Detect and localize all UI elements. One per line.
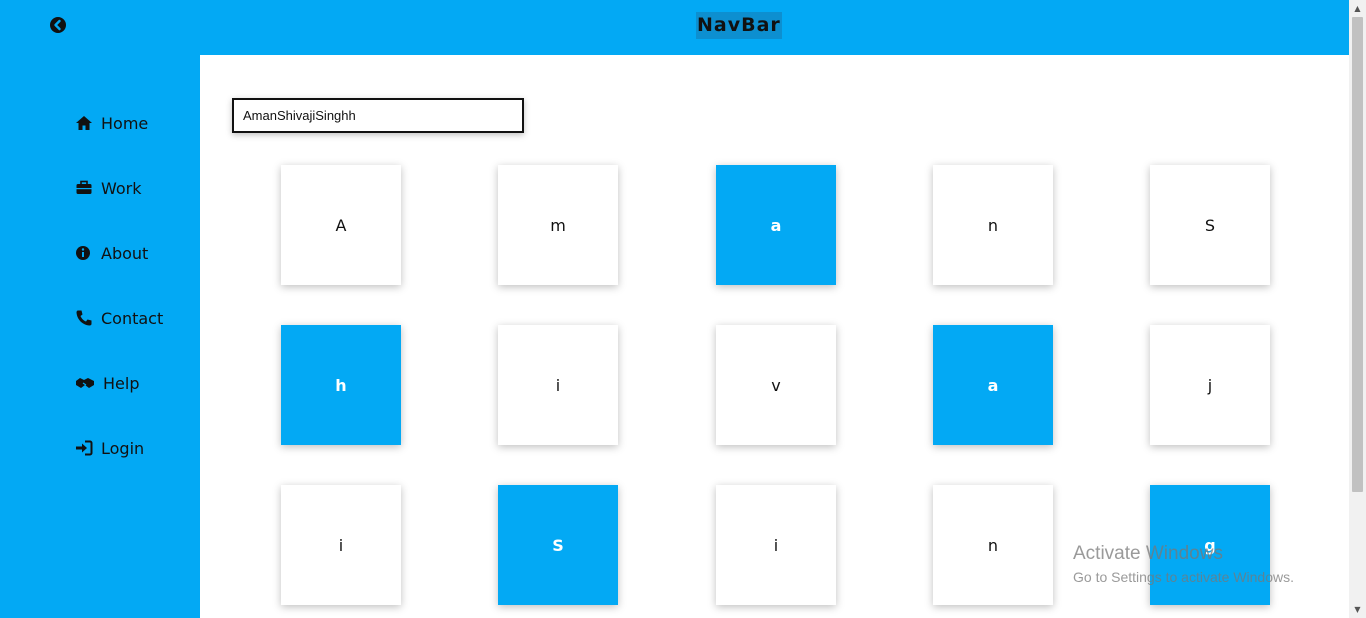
letter-tile[interactable]: a bbox=[933, 325, 1053, 445]
handshake-icon bbox=[75, 374, 95, 392]
letter-tile[interactable]: i bbox=[716, 485, 836, 605]
sidebar: Home Work About Contact Help Login bbox=[0, 55, 200, 618]
letter-tile[interactable]: S bbox=[498, 485, 618, 605]
tile-letter: a bbox=[987, 375, 999, 395]
sidebar-item-label: About bbox=[101, 243, 149, 263]
letter-tile[interactable]: i bbox=[498, 325, 618, 445]
tile-letter: v bbox=[771, 375, 781, 395]
tile-letter: n bbox=[987, 535, 999, 555]
top-navbar: NavBar bbox=[0, 0, 1349, 55]
letter-tile[interactable]: n bbox=[933, 165, 1053, 285]
letter-tile[interactable]: i bbox=[281, 485, 401, 605]
tile-letter: S bbox=[552, 535, 564, 555]
scroll-down-arrow-icon[interactable]: ▼ bbox=[1349, 601, 1366, 618]
tile-letter: h bbox=[335, 375, 347, 395]
home-icon bbox=[75, 114, 93, 132]
tile-letter: i bbox=[338, 535, 344, 555]
letter-tile[interactable]: v bbox=[716, 325, 836, 445]
main-content: A m a n S h i v a j i S i n g bbox=[200, 55, 1349, 618]
sidebar-item-label: Contact bbox=[101, 308, 164, 328]
back-arrow-icon[interactable] bbox=[50, 17, 66, 33]
sidebar-item-help[interactable]: Help bbox=[75, 371, 139, 395]
letter-tile[interactable]: n bbox=[933, 485, 1053, 605]
info-circle-icon bbox=[75, 244, 93, 262]
letter-tile[interactable]: g bbox=[1150, 485, 1270, 605]
letter-tile[interactable]: h bbox=[281, 325, 401, 445]
phone-icon bbox=[75, 309, 93, 327]
letter-tile[interactable]: j bbox=[1150, 325, 1270, 445]
sidebar-item-label: Home bbox=[101, 113, 149, 133]
tile-letter: A bbox=[335, 215, 347, 235]
brand-title[interactable]: NavBar bbox=[696, 12, 782, 39]
tile-letter: m bbox=[550, 215, 566, 235]
name-input[interactable] bbox=[232, 98, 524, 133]
briefcase-icon bbox=[75, 179, 93, 197]
sidebar-item-contact[interactable]: Contact bbox=[75, 306, 163, 330]
sidebar-item-work[interactable]: Work bbox=[75, 176, 142, 200]
tile-letter: a bbox=[770, 215, 782, 235]
tile-letter: n bbox=[987, 215, 999, 235]
tile-letter: S bbox=[1204, 215, 1216, 235]
letter-tile[interactable]: m bbox=[498, 165, 618, 285]
sidebar-item-label: Help bbox=[103, 373, 140, 393]
scrollbar-thumb[interactable] bbox=[1352, 17, 1363, 492]
tile-letter: i bbox=[555, 375, 561, 395]
sidebar-item-home[interactable]: Home bbox=[75, 111, 148, 135]
sidebar-item-login[interactable]: Login bbox=[75, 436, 144, 460]
tile-letter: j bbox=[1207, 375, 1213, 395]
letter-tile[interactable]: A bbox=[281, 165, 401, 285]
sidebar-item-label: Work bbox=[101, 178, 142, 198]
tile-letter: g bbox=[1204, 535, 1216, 555]
sidebar-item-label: Login bbox=[101, 438, 145, 458]
tile-letter: i bbox=[773, 535, 779, 555]
sidebar-item-about[interactable]: About bbox=[75, 241, 148, 265]
scroll-up-arrow-icon[interactable]: ▲ bbox=[1349, 0, 1366, 17]
sign-in-icon bbox=[75, 439, 93, 457]
vertical-scrollbar[interactable]: ▲ ▼ bbox=[1349, 0, 1366, 618]
letter-tile[interactable]: a bbox=[716, 165, 836, 285]
letter-tile[interactable]: S bbox=[1150, 165, 1270, 285]
